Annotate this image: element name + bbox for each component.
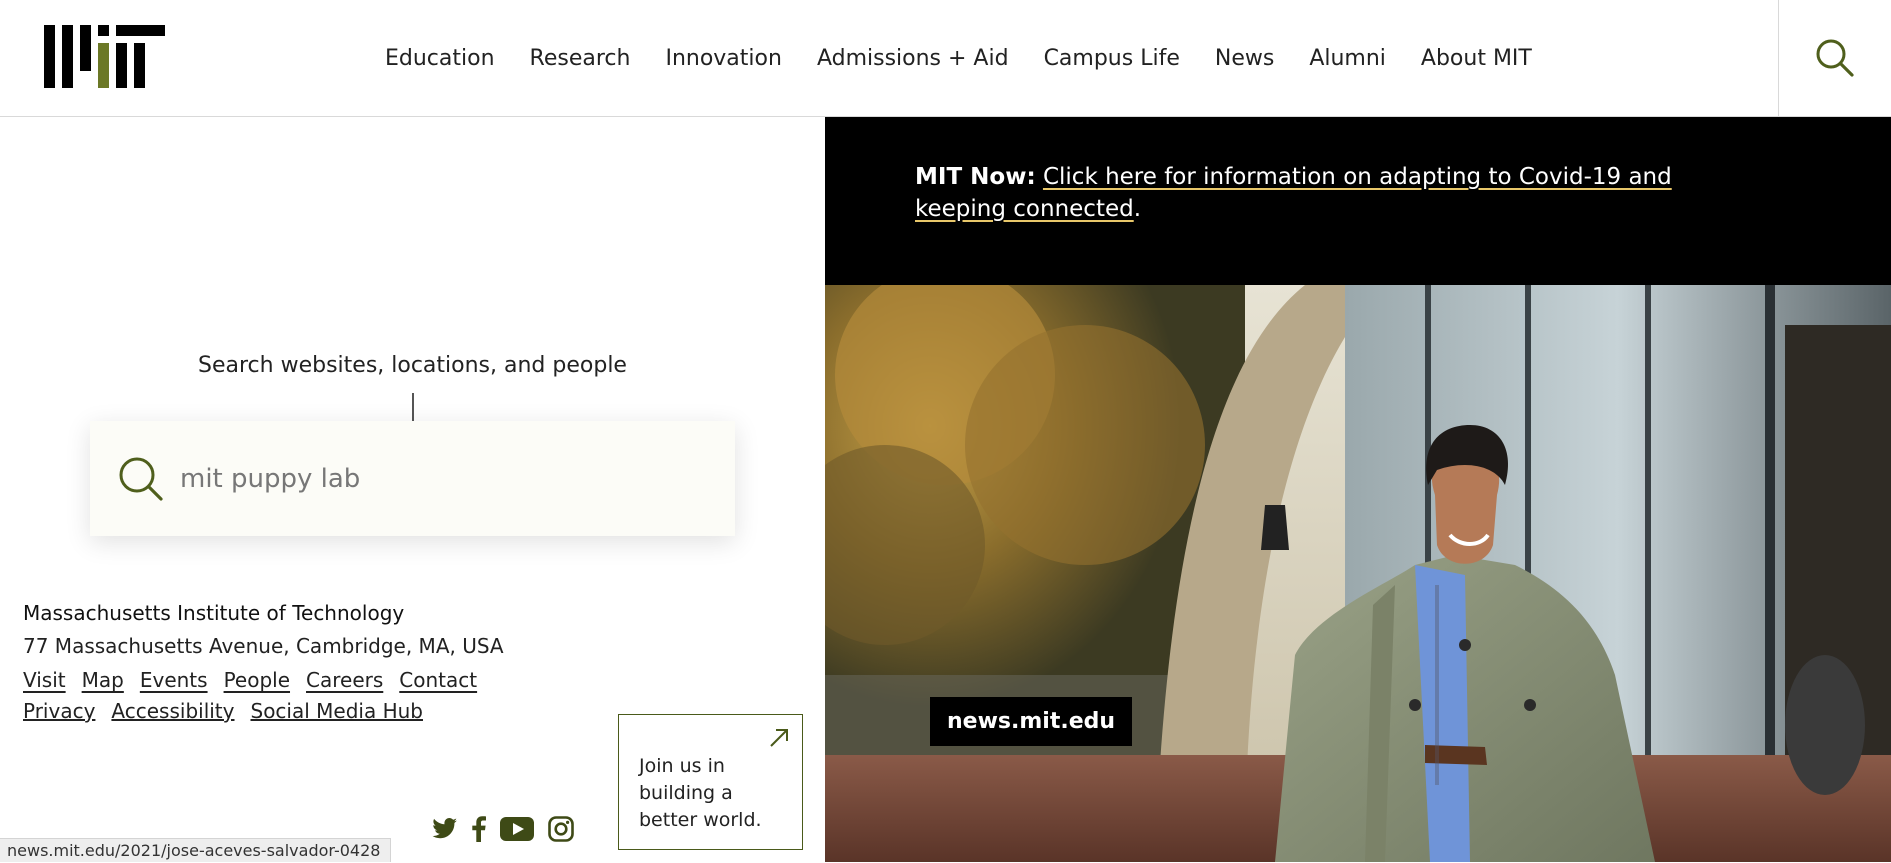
nav-research[interactable]: Research (530, 44, 631, 74)
nav-about[interactable]: About MIT (1421, 44, 1532, 74)
banner-suffix: . (1133, 196, 1142, 222)
connector-line (412, 393, 414, 421)
search-prompt: Search websites, locations, and people (198, 353, 627, 378)
youtube-icon[interactable] (500, 817, 534, 841)
facebook-icon[interactable] (472, 816, 486, 842)
link-visit[interactable]: Visit (23, 663, 66, 697)
hero-image[interactable] (825, 285, 1891, 862)
link-contact[interactable]: Contact (399, 663, 477, 697)
footer-links: Visit Map Events People Careers Contact (23, 663, 603, 697)
banner-lead: MIT Now: (915, 164, 1036, 190)
link-map[interactable]: Map (82, 663, 124, 697)
join-us-text: Join us in building a better world. (639, 755, 762, 831)
header-search-button[interactable] (1778, 0, 1891, 116)
join-us-card[interactable]: Join us in building a better world. (618, 714, 803, 850)
search-box[interactable] (90, 421, 735, 536)
footer-links-secondary: Privacy Accessibility Social Media Hub (23, 697, 603, 725)
search-icon (1816, 39, 1854, 77)
nav-education[interactable]: Education (385, 44, 495, 74)
link-social-media-hub[interactable]: Social Media Hub (251, 697, 424, 725)
mit-now-banner: MIT Now: Click here for information on a… (825, 117, 1891, 285)
external-arrow-icon (770, 729, 788, 747)
browser-status-bar: news.mit.edu/2021/jose-aceves-salvador-0… (0, 838, 392, 862)
link-accessibility[interactable]: Accessibility (111, 697, 234, 725)
hero-photo (825, 285, 1891, 862)
nav-news[interactable]: News (1215, 44, 1274, 74)
link-careers[interactable]: Careers (306, 663, 383, 697)
mit-logo[interactable] (44, 25, 165, 88)
social-links (432, 816, 574, 842)
nav-alumni[interactable]: Alumni (1309, 44, 1386, 74)
link-events[interactable]: Events (140, 663, 208, 697)
link-people[interactable]: People (224, 663, 290, 697)
address: 77 Massachusetts Avenue, Cambridge, MA, … (23, 634, 504, 658)
institution-name: Massachusetts Institute of Technology (23, 601, 405, 625)
search-icon (119, 457, 163, 501)
nav-campus-life[interactable]: Campus Life (1044, 44, 1180, 74)
site-header: Education Research Innovation Admissions… (0, 0, 1891, 117)
nav-admissions[interactable]: Admissions + Aid (817, 44, 1009, 74)
instagram-icon[interactable] (548, 816, 574, 842)
news-source-tag[interactable]: news.mit.edu (930, 697, 1133, 746)
twitter-icon[interactable] (432, 818, 458, 840)
footer-info: Massachusetts Institute of Technology 77… (23, 597, 603, 725)
main-nav: Education Research Innovation Admissions… (385, 44, 1532, 74)
link-privacy[interactable]: Privacy (23, 697, 95, 725)
search-input[interactable] (178, 462, 698, 495)
nav-innovation[interactable]: Innovation (665, 44, 781, 74)
